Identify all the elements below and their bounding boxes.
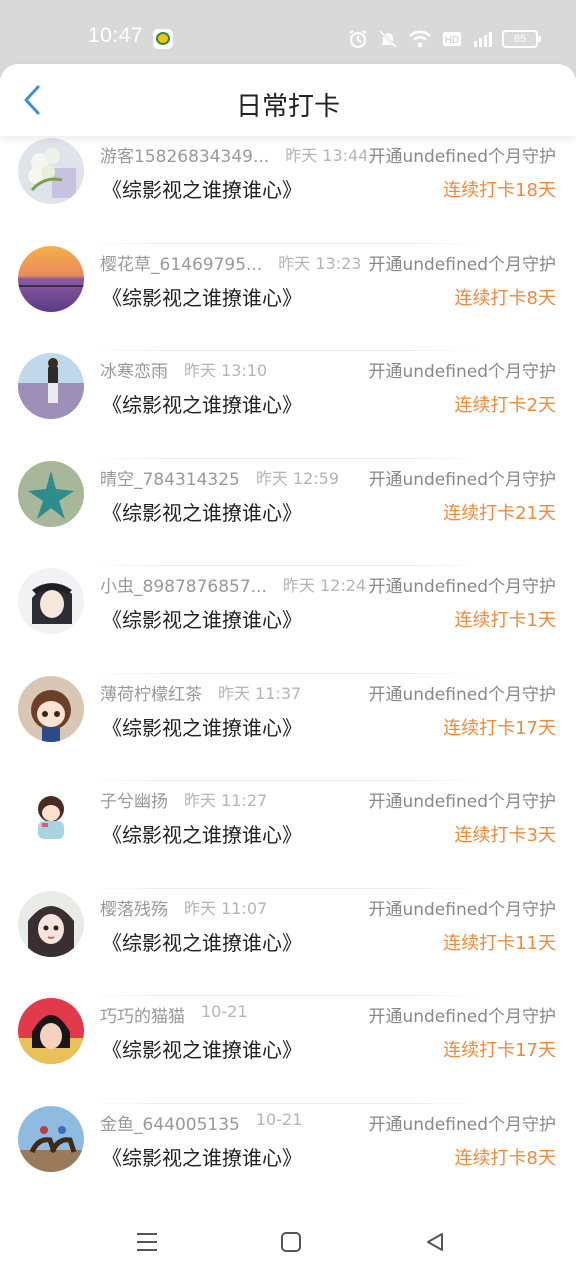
streak-count: 连续打卡2天 bbox=[454, 395, 556, 416]
guard-text: 开通undefined个月守护 bbox=[366, 572, 556, 597]
checkin-time: 昨天 11:07 bbox=[184, 898, 268, 918]
alarm-icon bbox=[348, 29, 368, 49]
book-title[interactable]: 《综影视之谁撩谁心》 bbox=[102, 927, 302, 956]
list-item[interactable]: 子兮幽扬 昨天 11:27 开通undefined个月守护《综影视之谁撩谁心》 连续打… bbox=[0, 781, 576, 889]
signal-4g-icon bbox=[472, 29, 492, 49]
menu-icon[interactable] bbox=[133, 1228, 161, 1256]
book-title[interactable]: 《综影视之谁撩谁心》 bbox=[102, 282, 302, 311]
list-item[interactable]: 小虫_8987876857... 昨天 12:24 开通undefined个月守护《… bbox=[0, 566, 576, 674]
user-name[interactable]: 小虫_8987876857... bbox=[100, 572, 267, 597]
list-item[interactable]: 樱落残殇 昨天 11:07 开通undefined个月守护《综影视之谁撩谁心》 连续打… bbox=[0, 889, 576, 996]
user-name[interactable]: 薄荷柠檬红茶 bbox=[100, 680, 202, 705]
checkin-time: 昨天 12:24 bbox=[282, 576, 367, 595]
user-meta: 游客15826834349... 昨天 13:44 bbox=[100, 142, 368, 167]
guard-text: 开通undefined个月守护 bbox=[366, 679, 556, 705]
book-title[interactable]: 《综影视之谁撩谁心》 bbox=[102, 1142, 302, 1171]
user-meta: 金鱼_644005135 10-21 bbox=[100, 1110, 302, 1135]
streak-count: 连续打卡3天 bbox=[454, 825, 556, 846]
guard-text: 开通undefined个月守护 bbox=[366, 787, 556, 812]
avatar[interactable] bbox=[18, 353, 84, 419]
book-title[interactable]: 《综影视之谁撩谁心》 bbox=[102, 1034, 302, 1063]
list-item[interactable]: 晴空_784314325 昨天 12:59 开通undefined个月守护《综影视之… bbox=[0, 459, 576, 566]
user-name[interactable]: 巧巧的猫猫 bbox=[100, 1002, 185, 1027]
checkin-time: 昨天 11:37 bbox=[218, 683, 302, 703]
streak-count: 连续打卡17天 bbox=[443, 1040, 556, 1061]
avatar[interactable] bbox=[18, 890, 84, 957]
user-name[interactable]: 金鱼_644005135 bbox=[100, 1110, 240, 1135]
hd-icon: HD bbox=[442, 30, 462, 48]
page-title: 日常打卡 bbox=[235, 92, 340, 122]
streak-count: 连续打卡11天 bbox=[443, 932, 556, 954]
header: 日常打卡 bbox=[0, 64, 576, 136]
book-title[interactable]: 《综影视之谁撩谁心》 bbox=[102, 604, 302, 633]
app-notification-icon bbox=[153, 29, 173, 49]
user-name[interactable]: 樱花草_61469795... bbox=[100, 250, 262, 275]
avatar[interactable] bbox=[18, 568, 84, 634]
user-meta: 樱花草_61469795... 昨天 13:23 bbox=[100, 250, 361, 275]
home-square-icon[interactable] bbox=[277, 1228, 305, 1256]
user-name[interactable]: 冰寒恋雨 bbox=[100, 357, 168, 382]
wifi-icon bbox=[408, 29, 432, 49]
user-meta: 晴空_784314325 昨天 12:59 bbox=[100, 465, 339, 490]
avatar[interactable] bbox=[18, 138, 84, 204]
streak-count: 连续打卡8天 bbox=[454, 1147, 556, 1169]
guard-text: 开通undefined个月守护 bbox=[366, 1109, 556, 1135]
checkin-time: 昨天 11:27 bbox=[184, 791, 268, 810]
checkin-time: 昨天 12:59 bbox=[255, 468, 340, 488]
streak-count: 连续打卡18天 bbox=[443, 180, 556, 201]
avatar[interactable] bbox=[18, 245, 84, 312]
list-item[interactable]: 巧巧的猫猫 10-21 开通undefined个月守护《综影视之谁撩谁心》 连续打卡1… bbox=[0, 996, 576, 1104]
user-name[interactable]: 游客15826834349... bbox=[100, 142, 269, 167]
mute-icon bbox=[378, 29, 398, 49]
status-time: 10:47 bbox=[88, 24, 144, 47]
streak-count: 连续打卡21天 bbox=[443, 502, 556, 524]
avatar[interactable] bbox=[18, 460, 84, 527]
avatar[interactable] bbox=[18, 998, 84, 1064]
list-item[interactable]: 游客15826834349... 昨天 13:44 开通undefined个月守护《… bbox=[0, 136, 576, 244]
status-icons: HD 85 bbox=[348, 24, 541, 54]
guard-text: 开通undefined个月守护 bbox=[366, 894, 556, 920]
user-name[interactable]: 樱落残殇 bbox=[100, 895, 168, 920]
list-item[interactable]: 樱花草_61469795... 昨天 13:23 开通undefined个月守护《综… bbox=[0, 244, 576, 351]
book-title[interactable]: 《综影视之谁撩谁心》 bbox=[102, 389, 302, 418]
checkin-time: 昨天 13:44 bbox=[285, 146, 369, 165]
list-item[interactable]: 冰寒恋雨 昨天 13:10 开通undefined个月守护《综影视之谁撩谁心》 连续打… bbox=[0, 351, 576, 459]
user-meta: 薄荷柠檬红茶 昨天 11:37 bbox=[100, 680, 301, 705]
checkin-time: 10-21 bbox=[255, 1109, 303, 1129]
avatar[interactable] bbox=[18, 1105, 84, 1172]
user-name[interactable]: 子兮幽扬 bbox=[100, 787, 168, 812]
streak-count: 连续打卡8天 bbox=[454, 287, 556, 309]
guard-text: 开通undefined个月守护 bbox=[366, 464, 556, 490]
checkin-time: 10-21 bbox=[201, 1002, 248, 1021]
avatar[interactable] bbox=[18, 675, 84, 742]
user-meta: 巧巧的猫猫 10-21 bbox=[100, 1002, 248, 1027]
guard-text: 开通undefined个月守护 bbox=[366, 1002, 556, 1027]
user-meta: 樱落残殇 昨天 11:07 bbox=[100, 895, 267, 920]
user-meta: 冰寒恋雨 昨天 13:10 bbox=[100, 357, 267, 382]
list-item[interactable]: 薄荷柠檬红茶 昨天 11:37 开通undefined个月守护《综影视之谁撩谁心》 连… bbox=[0, 674, 576, 781]
user-meta: 小虫_8987876857... 昨天 12:24 bbox=[100, 572, 366, 597]
streak-count: 连续打卡17天 bbox=[443, 717, 556, 739]
checkin-time: 昨天 13:23 bbox=[278, 253, 362, 273]
user-meta: 子兮幽扬 昨天 11:27 bbox=[100, 787, 267, 812]
battery-icon: 85 bbox=[502, 30, 541, 48]
book-title[interactable]: 《综影视之谁撩谁心》 bbox=[102, 712, 302, 741]
avatar[interactable] bbox=[18, 783, 84, 849]
book-title[interactable]: 《综影视之谁撩谁心》 bbox=[102, 174, 302, 203]
streak-count: 连续打卡1天 bbox=[454, 610, 556, 631]
book-title[interactable]: 《综影视之谁撩谁心》 bbox=[102, 819, 302, 848]
list-item[interactable]: 金鱼_644005135 10-21 开通undefined个月守护《综影视之谁撩谁… bbox=[0, 1104, 576, 1201]
checkin-time: 昨天 13:10 bbox=[184, 361, 268, 380]
guard-text: 开通undefined个月守护 bbox=[366, 142, 556, 167]
guard-text: 开通undefined个月守护 bbox=[366, 357, 556, 382]
back-triangle-icon[interactable] bbox=[421, 1228, 449, 1256]
svg-text:HD: HD bbox=[445, 35, 459, 46]
checkin-list: 游客15826834349... 昨天 13:44 开通undefined个月守护《… bbox=[0, 136, 576, 1200]
book-title[interactable]: 《综影视之谁撩谁心》 bbox=[102, 497, 302, 526]
system-nav-bar bbox=[0, 1200, 576, 1280]
guard-text: 开通undefined个月守护 bbox=[366, 249, 556, 275]
user-name[interactable]: 晴空_784314325 bbox=[100, 465, 240, 490]
